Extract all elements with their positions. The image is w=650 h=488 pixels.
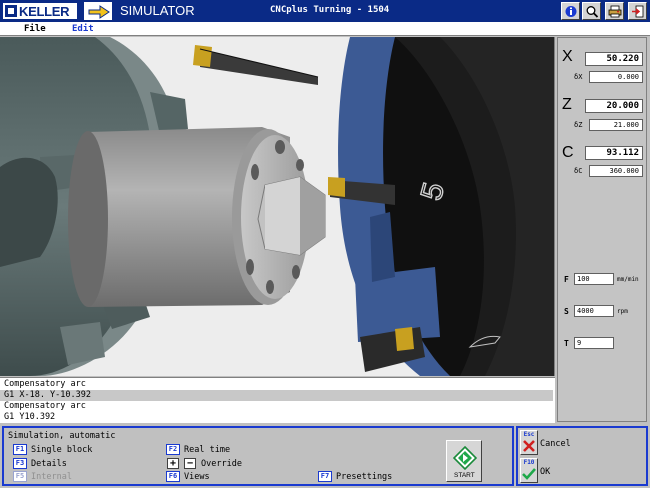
simulator-arrow-icon — [84, 2, 112, 20]
program-line-current[interactable]: G1 X-18. Y-10.392 — [0, 390, 553, 401]
printer-icon — [608, 5, 622, 18]
override-label: Override — [201, 459, 242, 469]
menu-edit[interactable]: Edit — [72, 24, 94, 34]
exit-door-icon — [632, 5, 644, 18]
exit-button[interactable] — [628, 2, 647, 20]
dialog-controls: Esc Cancel F10 OK — [516, 426, 648, 486]
f5-key: F5 — [13, 471, 27, 482]
info-icon — [565, 6, 577, 17]
print-button[interactable] — [605, 2, 624, 20]
app-title: SIMULATOR — [120, 3, 195, 18]
f7-key[interactable]: F7 — [318, 471, 332, 482]
menu-bar: File Edit — [0, 22, 650, 36]
internal-label: Internal — [31, 472, 72, 482]
axis-c-value: 93.112 — [585, 146, 643, 160]
program-line[interactable]: Compensatory arc — [4, 401, 86, 412]
esc-key-label: Esc — [523, 431, 535, 438]
speed-s-value: 4000 — [574, 305, 614, 317]
feed-f-value: 100 — [574, 273, 614, 285]
program-line[interactable]: Compensatory arc — [4, 379, 86, 390]
details-label[interactable]: Details — [31, 459, 67, 469]
zoom-button[interactable] — [582, 2, 601, 20]
f10-key-label: F10 — [523, 459, 535, 466]
ok-button[interactable]: F10 — [520, 458, 538, 483]
real-time-label[interactable]: Real time — [184, 445, 230, 455]
program-line[interactable]: G1 Y10.392 — [4, 412, 55, 423]
views-label[interactable]: Views — [184, 472, 210, 482]
f6-key[interactable]: F6 — [166, 471, 180, 482]
axis-z-delta-label: δZ — [574, 121, 583, 129]
axis-x-delta-value: 0.000 — [589, 71, 643, 83]
menu-file[interactable]: File — [24, 24, 46, 34]
feed-f-unit: mm/min — [617, 276, 639, 283]
override-plus-button[interactable]: + — [167, 458, 179, 469]
axis-z-delta-value: 21.000 — [589, 119, 643, 131]
override-minus-button[interactable]: − — [184, 458, 196, 469]
f3-key[interactable]: F3 — [13, 458, 27, 469]
program-listing: Compensatory arc G1 X-18. Y-10.392 Compe… — [0, 377, 555, 423]
magnifier-icon — [586, 6, 599, 18]
axis-x-delta-label: δX — [574, 73, 583, 81]
machine-3d-scene: 5 — [0, 37, 554, 376]
feed-f-label: F — [564, 275, 569, 284]
workpiece — [68, 127, 326, 307]
ok-label[interactable]: OK — [540, 467, 550, 477]
f1-key[interactable]: F1 — [13, 444, 27, 455]
title-bar: KELLER SIMULATOR CNCplus Turning - 1504 — [0, 0, 650, 22]
info-button[interactable] — [561, 2, 580, 20]
single-block-label[interactable]: Single block — [31, 445, 92, 455]
cancel-x-icon — [523, 440, 535, 452]
softkey-bar: Simulation, automatic F1 Single block F3… — [0, 425, 650, 488]
start-button[interactable]: START — [446, 440, 482, 482]
tool-t-label: T — [564, 339, 569, 348]
axis-z-label: Z — [562, 96, 572, 113]
start-label: START — [454, 472, 475, 479]
axis-x-value: 50.220 — [585, 52, 643, 66]
axis-c-label: C — [562, 144, 574, 161]
axis-z-value: 20.000 — [585, 99, 643, 113]
brand-name: KELLER — [19, 4, 70, 19]
window-title: CNCplus Turning - 1504 — [270, 5, 390, 15]
keller-logo-mark-icon — [5, 5, 17, 17]
simulation-viewport[interactable]: 5 — [0, 37, 555, 376]
ok-checkmark-icon — [522, 468, 536, 480]
start-diamond-icon — [453, 446, 477, 470]
mode-title: Simulation, automatic — [8, 431, 116, 441]
f2-key[interactable]: F2 — [166, 444, 180, 455]
cancel-button[interactable]: Esc — [520, 430, 538, 455]
keller-logo: KELLER — [2, 2, 78, 20]
axis-c-delta-label: δC — [574, 167, 583, 175]
presettings-label[interactable]: Presettings — [336, 472, 392, 482]
speed-s-unit: rpm — [617, 308, 628, 315]
speed-s-label: S — [564, 307, 569, 316]
axis-panel: X 50.220 δX 0.000 Z 20.000 δZ 21.000 C 9… — [557, 37, 647, 422]
cancel-label[interactable]: Cancel — [540, 439, 571, 449]
tool-t-value: 9 — [574, 337, 614, 349]
simulation-mode-panel: Simulation, automatic F1 Single block F3… — [2, 426, 514, 486]
axis-x-label: X — [562, 48, 573, 65]
axis-c-delta-value: 360.000 — [589, 165, 643, 177]
